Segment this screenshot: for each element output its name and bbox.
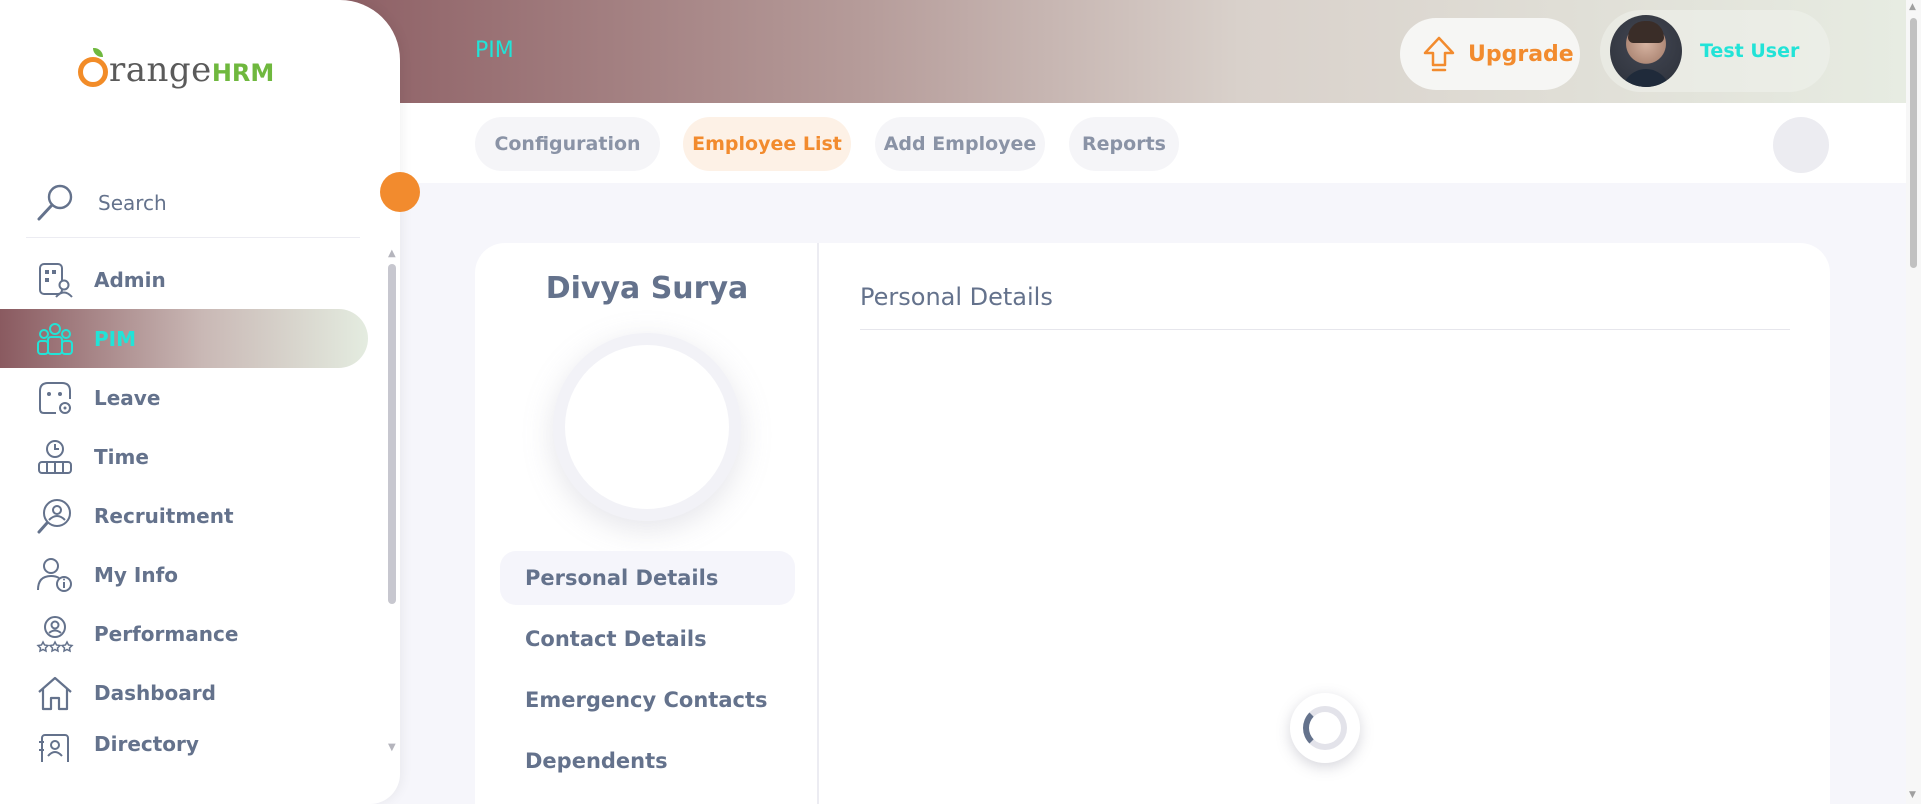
- sidebar-scroll-thumb[interactable]: [388, 264, 396, 604]
- employee-name: Divya Surya: [545, 271, 749, 306]
- top-sub-navigation: Configuration Employee List Add Employee…: [400, 103, 1906, 183]
- tab-reports[interactable]: Reports: [1069, 117, 1179, 171]
- sidebar-scrollbar[interactable]: ▲ ▼: [384, 248, 398, 758]
- directory-icon: [39, 734, 69, 762]
- recruitment-icon: [37, 498, 71, 533]
- search-label: Search: [98, 190, 167, 215]
- sidebar-toggle-button[interactable]: [380, 172, 420, 212]
- scroll-up-arrow-icon[interactable]: ▲: [388, 248, 396, 259]
- sidebar-item-recruitment[interactable]: Recruitment: [0, 486, 380, 545]
- user-name: Test User: [1700, 40, 1800, 62]
- page-scrollbar[interactable]: ▲ ▼: [1906, 0, 1921, 804]
- logo-brand: HRM: [211, 59, 275, 87]
- sidebar-item-performance[interactable]: Performance: [0, 604, 380, 663]
- profile-tab-dependents[interactable]: Dependents: [500, 734, 795, 788]
- leave-icon: [39, 381, 71, 414]
- sidebar-item-dashboard[interactable]: Dashboard: [0, 663, 380, 722]
- employee-photo[interactable]: [553, 333, 741, 521]
- scroll-down-arrow-icon[interactable]: ▼: [388, 742, 396, 753]
- tab-add-employee[interactable]: Add Employee: [875, 117, 1045, 171]
- my-info-icon: [37, 557, 72, 592]
- employee-photo-placeholder: [565, 345, 729, 509]
- profile-tabs: Personal Details Contact Details Emergen…: [500, 551, 795, 795]
- pim-icon: [37, 322, 73, 355]
- avatar: [1610, 15, 1682, 87]
- profile-tab-contact-details[interactable]: Contact Details: [500, 612, 795, 666]
- logo-word: range: [109, 50, 212, 90]
- sidebar-item-my-info[interactable]: My Info: [0, 545, 380, 604]
- performance-icon: [36, 615, 74, 652]
- search-icon: [37, 184, 73, 220]
- page-scroll-up-icon[interactable]: ▲: [1909, 2, 1916, 12]
- help-button[interactable]: [1773, 117, 1829, 173]
- employee-profile-card: Divya Surya Personal Details Contact Det…: [475, 243, 1830, 804]
- sidebar: range HRM Search Admin PIM Leave Time Re…: [0, 0, 400, 804]
- sidebar-item-label: Admin: [94, 267, 166, 292]
- upgrade-label: Upgrade: [1468, 41, 1574, 67]
- sidebar-item-time[interactable]: Time: [0, 427, 380, 486]
- sidebar-item-label: Time: [94, 444, 149, 469]
- profile-sidebar: Divya Surya Personal Details Contact Det…: [475, 243, 819, 804]
- sidebar-item-label: Recruitment: [94, 503, 234, 528]
- page-scroll-thumb[interactable]: [1910, 18, 1917, 268]
- upgrade-button[interactable]: Upgrade: [1400, 18, 1580, 90]
- time-icon: [38, 439, 72, 474]
- dashboard-icon: [38, 676, 72, 710]
- sidebar-item-label: PIM: [94, 326, 137, 351]
- tab-configuration[interactable]: Configuration: [475, 117, 660, 171]
- sidebar-item-label: Leave: [94, 385, 161, 410]
- loading-spinner-icon: [1290, 693, 1360, 763]
- sidebar-item-label: Performance: [94, 621, 239, 646]
- details-panel: Personal Details: [860, 283, 1790, 330]
- sidebar-search[interactable]: Search: [26, 168, 360, 238]
- main-menu: Admin PIM Leave Time Recruitment My Info…: [0, 250, 380, 762]
- sidebar-item-directory[interactable]: Directory: [0, 722, 380, 762]
- section-title: Personal Details: [860, 283, 1790, 330]
- sidebar-item-label: Dashboard: [94, 680, 216, 705]
- tab-employee-list[interactable]: Employee List: [683, 117, 851, 171]
- profile-tab-emergency-contacts[interactable]: Emergency Contacts: [500, 673, 795, 727]
- breadcrumb: PIM: [475, 38, 514, 63]
- sidebar-item-label: My Info: [94, 562, 179, 587]
- upgrade-arrow-icon: [1423, 36, 1455, 72]
- orangehrm-logo: range HRM: [78, 48, 275, 90]
- sidebar-item-label: Directory: [94, 732, 199, 756]
- sidebar-item-leave[interactable]: Leave: [0, 368, 380, 427]
- orange-logo-icon: [78, 48, 108, 87]
- sidebar-item-admin[interactable]: Admin: [0, 250, 380, 309]
- admin-icon: [39, 262, 73, 298]
- page-scroll-down-icon[interactable]: ▼: [1909, 790, 1916, 800]
- sidebar-item-pim[interactable]: PIM: [0, 309, 368, 368]
- user-dropdown[interactable]: Test User: [1600, 10, 1830, 92]
- profile-tab-personal-details[interactable]: Personal Details: [500, 551, 795, 605]
